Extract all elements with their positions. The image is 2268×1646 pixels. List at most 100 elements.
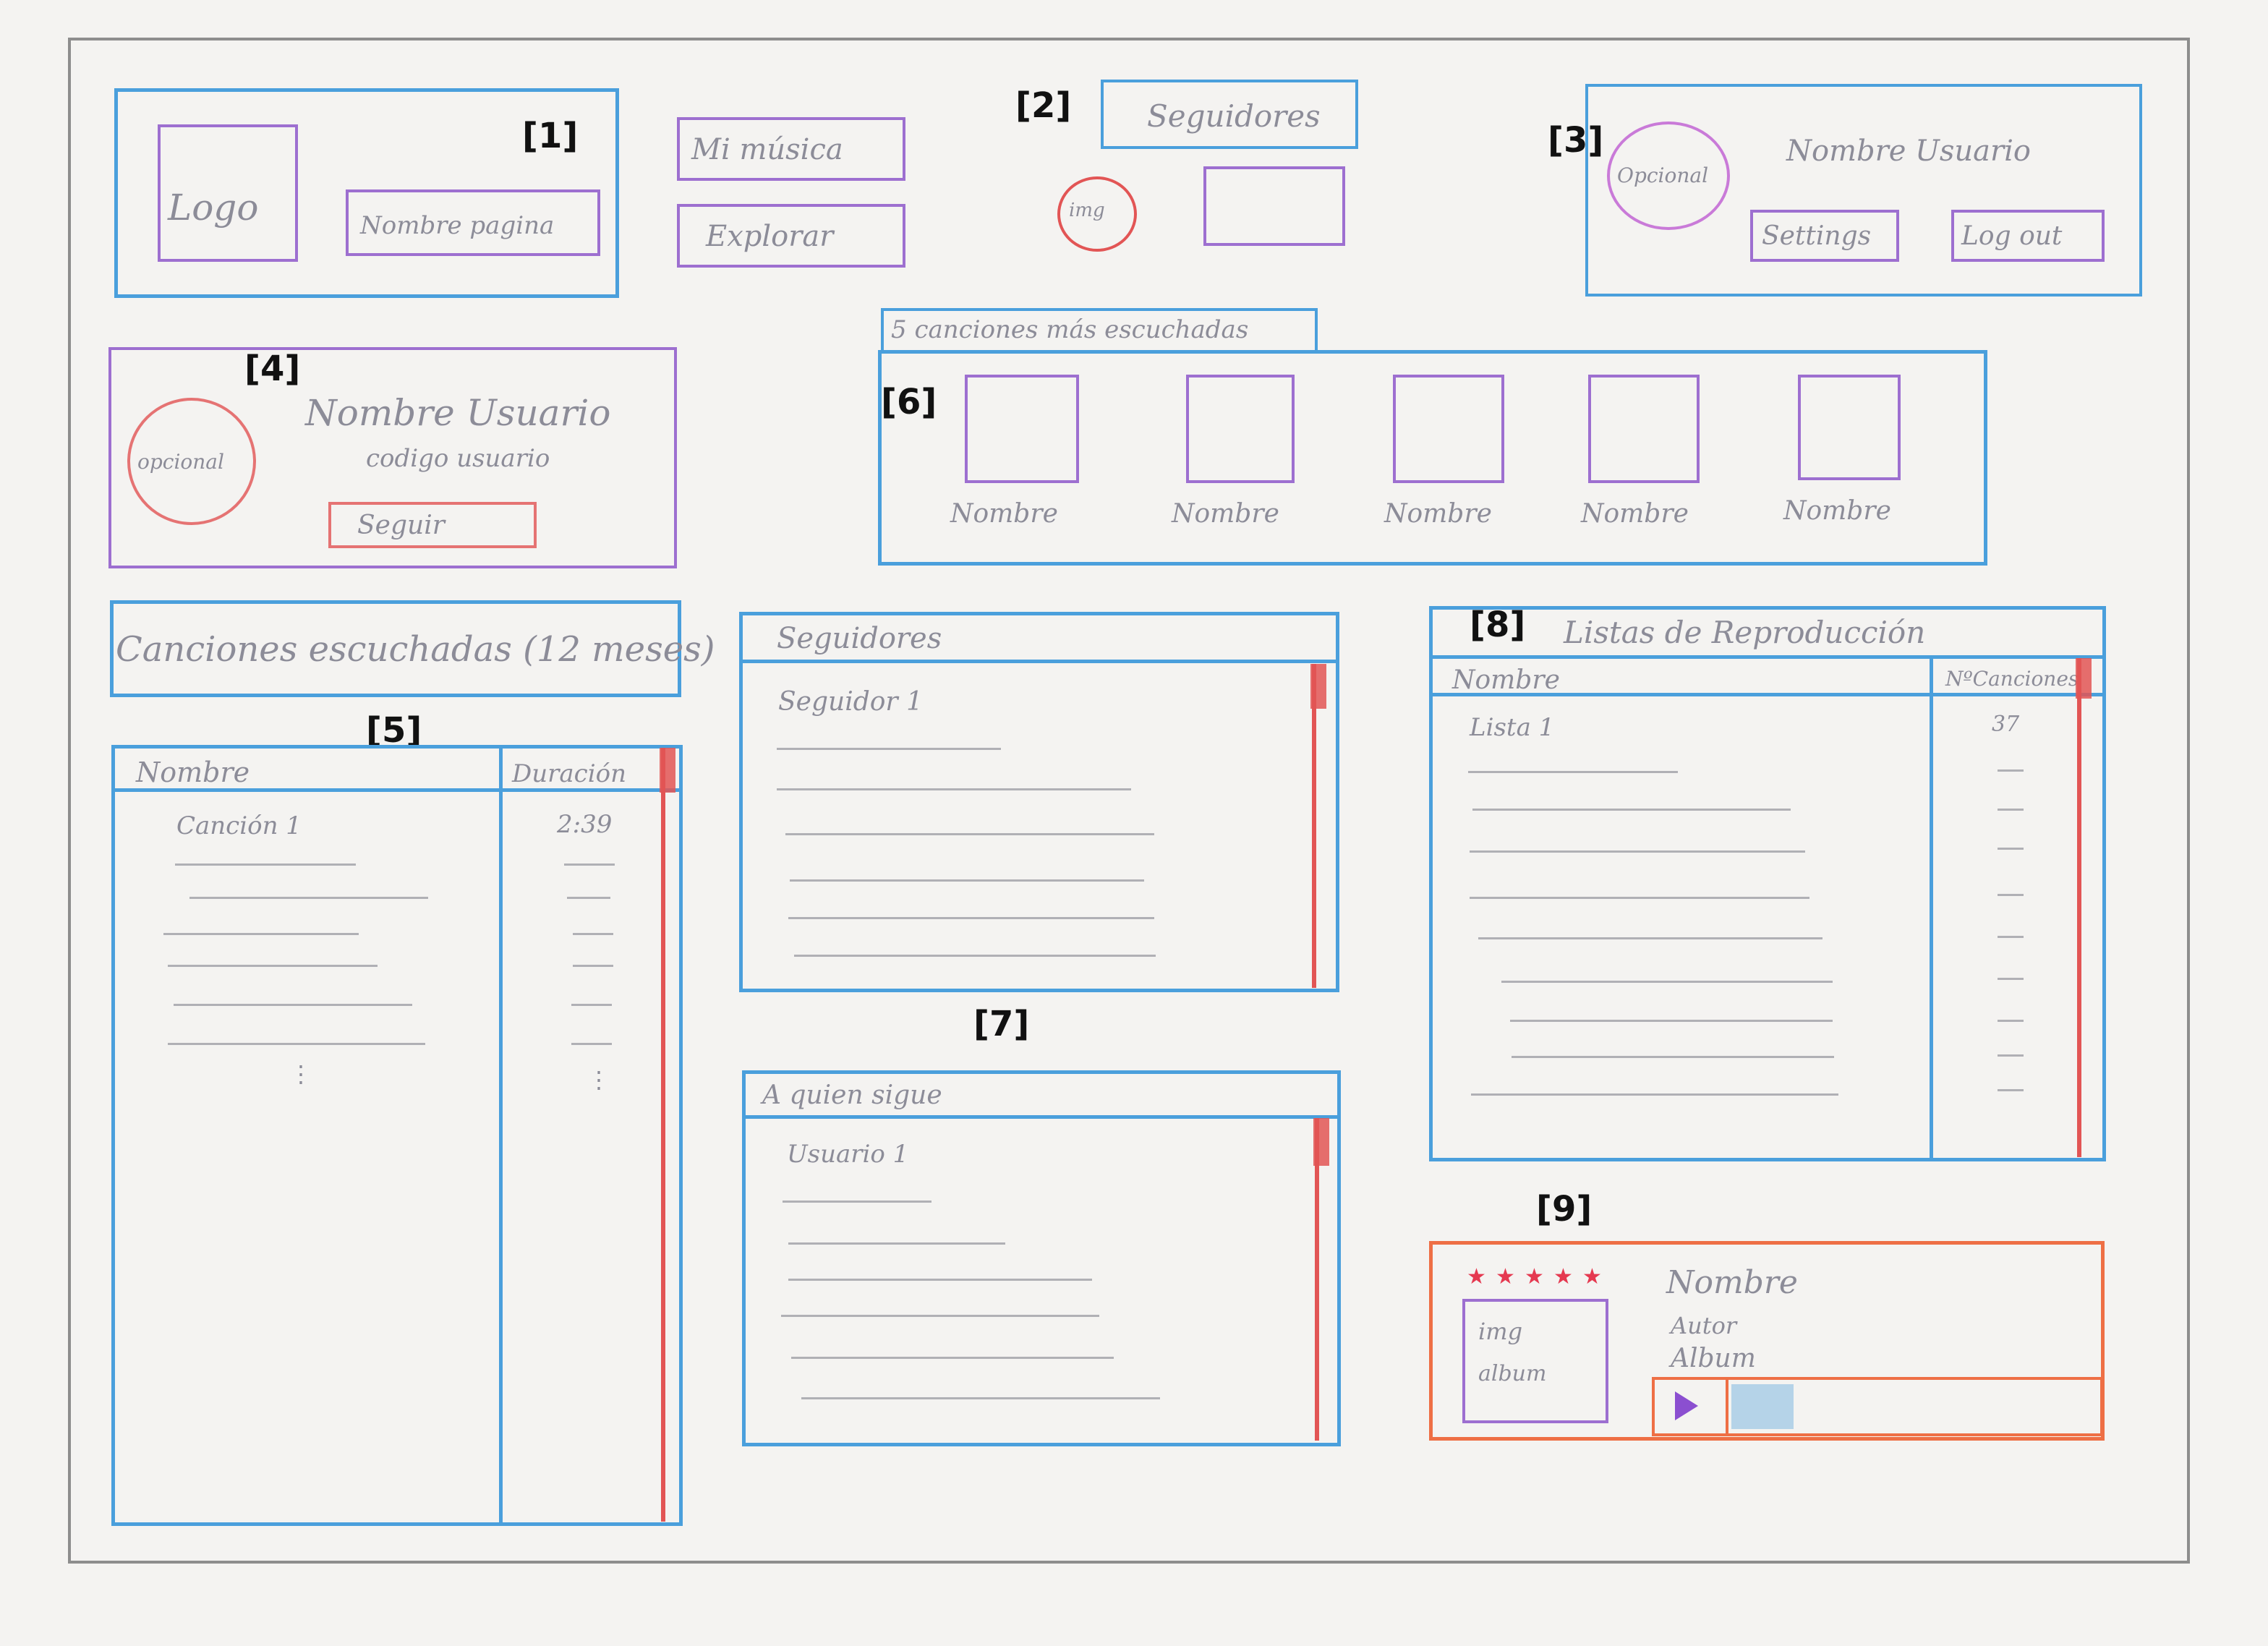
list-item — [777, 748, 1001, 750]
list-item — [794, 955, 1156, 957]
songs-col-divider — [499, 745, 503, 1526]
star-icon[interactable]: ★ — [1467, 1264, 1486, 1289]
settings-label: Settings — [1762, 221, 1872, 251]
songs-scroll-thumb[interactable] — [660, 748, 675, 793]
top5-cover-4[interactable] — [1588, 375, 1700, 483]
list-item — [189, 897, 428, 899]
tag-2: [2] — [1015, 85, 1072, 126]
track-album: Album — [1671, 1344, 1756, 1373]
list-item — [777, 788, 1131, 790]
playlists-title-divider — [1429, 655, 2106, 659]
list-item — [1998, 936, 2024, 938]
user-avatar-optional: Opcional — [1617, 163, 1709, 187]
songs-col-name: Nombre — [136, 756, 250, 788]
following-scrollbar[interactable] — [1315, 1118, 1319, 1441]
top5-name-4: Nombre — [1581, 499, 1689, 529]
song-1-name: Canción 1 — [176, 811, 302, 840]
durations-ellipsis: ⋮ — [587, 1066, 610, 1093]
list-item — [1998, 848, 2024, 850]
following-header-divider — [742, 1115, 1341, 1119]
logout-label: Log out — [1961, 221, 2063, 251]
star-icon[interactable]: ★ — [1553, 1264, 1573, 1289]
following-user-1: Usuario 1 — [787, 1140, 909, 1169]
playlists-title: Listas de Reproducción — [1564, 615, 1926, 650]
star-icon[interactable]: ★ — [1525, 1264, 1544, 1289]
list-item — [788, 917, 1154, 919]
list-item — [1468, 771, 1678, 773]
playlists-scrollbar[interactable] — [2077, 658, 2081, 1157]
list-item — [1998, 1089, 2024, 1091]
top5-cover-2[interactable] — [1186, 375, 1295, 483]
list-item — [168, 965, 378, 967]
logo-label: Logo — [168, 187, 259, 229]
list-item — [1470, 850, 1805, 853]
list-item — [1512, 1056, 1834, 1058]
nav-explorar-label: Explorar — [706, 220, 834, 253]
list-item — [783, 1201, 932, 1203]
top5-title: 5 canciones más escuchadas — [891, 315, 1249, 344]
play-icon — [1675, 1391, 1698, 1420]
list-item — [567, 897, 610, 899]
songs-table — [111, 745, 683, 1526]
profile-avatar-optional: opcional — [137, 450, 224, 474]
nav-mi-musica-label: Mi música — [691, 133, 843, 166]
top5-name-5: Nombre — [1783, 496, 1891, 526]
list-item — [1471, 1093, 1838, 1096]
songs-col-duration: Duración — [512, 759, 626, 788]
top5-cover-1[interactable] — [965, 375, 1079, 483]
list-item — [1501, 981, 1833, 983]
followers-panel — [739, 612, 1339, 992]
followers-header-divider — [739, 660, 1339, 663]
top5-name-2: Nombre — [1172, 499, 1279, 529]
playlist-1-name: Lista 1 — [1470, 713, 1555, 742]
top5-cover-3[interactable] — [1393, 375, 1504, 483]
img-label: img — [1069, 200, 1105, 221]
star-icon[interactable]: ★ — [1582, 1264, 1602, 1289]
songs-scrollbar[interactable] — [661, 748, 665, 1522]
following-scroll-thumb[interactable] — [1313, 1118, 1329, 1166]
playlist-1-count: 37 — [1992, 712, 2020, 737]
list-item — [163, 933, 359, 935]
follower-1: Seguidor 1 — [778, 687, 923, 717]
album-cover-img-label: img — [1478, 1318, 1523, 1345]
list-item — [573, 965, 613, 967]
list-item — [571, 1043, 612, 1045]
songs-ellipsis: ⋮ — [289, 1060, 312, 1088]
list-item — [1472, 809, 1791, 811]
list-item — [1478, 937, 1822, 939]
followers-title: Seguidores — [777, 622, 942, 655]
playlists-scroll-thumb[interactable] — [2076, 658, 2092, 699]
track-name: Nombre — [1666, 1264, 1798, 1301]
playlists-col-divider — [1930, 655, 1933, 1161]
user-name: Nombre Usuario — [1786, 135, 2031, 168]
songs-header-divider — [111, 788, 683, 792]
list-item — [174, 1004, 412, 1006]
list-item — [788, 1242, 1005, 1245]
list-item — [1998, 769, 2024, 772]
list-item — [1998, 894, 2024, 896]
list-item — [788, 1279, 1092, 1281]
followers-scrollbar[interactable] — [1312, 664, 1316, 988]
list-item — [791, 1357, 1114, 1359]
progress-fill[interactable] — [1731, 1384, 1794, 1429]
playlists-col-name: Nombre — [1452, 665, 1560, 695]
list-item — [1998, 1054, 2024, 1057]
top5-name-1: Nombre — [950, 499, 1058, 529]
album-cover-album-label: album — [1478, 1361, 1547, 1386]
list-item — [1470, 897, 1809, 899]
following-panel — [742, 1070, 1341, 1446]
page-name: Nombre pagina — [360, 211, 555, 240]
list-item — [1998, 809, 2024, 811]
playlists-col-count: NºCanciones — [1945, 667, 2079, 691]
list-item — [801, 1397, 1160, 1399]
star-icon[interactable]: ★ — [1496, 1264, 1515, 1289]
tag-9: [9] — [1536, 1189, 1593, 1229]
top5-cover-5[interactable] — [1798, 375, 1901, 480]
list-item — [781, 1315, 1099, 1317]
profile-name: Nombre Usuario — [305, 392, 611, 434]
list-item — [785, 833, 1154, 835]
followers-scroll-thumb[interactable] — [1310, 664, 1326, 709]
followers-count-box — [1203, 166, 1345, 246]
track-author: Autor — [1671, 1312, 1737, 1339]
list-item — [1998, 978, 2024, 980]
